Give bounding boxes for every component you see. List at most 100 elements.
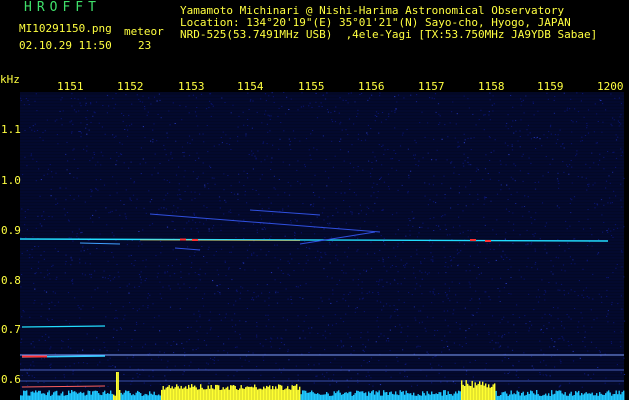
noise-speck — [227, 375, 229, 377]
noise-speck — [449, 331, 451, 333]
noise-speck — [320, 297, 322, 299]
noise-speck — [196, 330, 198, 332]
amplitude-bar — [323, 394, 325, 400]
noise-speck — [356, 250, 358, 252]
noise-speck — [261, 174, 263, 176]
noise-speck — [370, 357, 372, 359]
amplitude-bar — [135, 392, 137, 400]
noise-speck — [429, 363, 432, 365]
amplitude-bar — [444, 390, 446, 400]
noise-speck — [563, 294, 565, 296]
amplitude-bar — [152, 394, 154, 400]
noise-speck — [422, 222, 424, 224]
noise-speck — [165, 154, 167, 156]
amplitude-bar — [464, 386, 466, 400]
noise-speck — [464, 307, 466, 309]
noise-speck — [561, 325, 563, 327]
noise-speck — [504, 334, 506, 335]
amplitude-bar — [378, 390, 380, 400]
noise-speck — [352, 279, 354, 281]
noise-speck — [289, 144, 291, 146]
noise-speck — [286, 319, 288, 321]
x-tick-label: 1155 — [298, 80, 325, 93]
amplitude-bar — [249, 386, 251, 400]
noise-speck — [178, 189, 180, 191]
noise-speck — [27, 385, 29, 386]
noise-speck — [253, 292, 255, 293]
noise-speck — [570, 318, 572, 320]
noise-speck — [516, 370, 518, 372]
noise-speck — [183, 283, 185, 285]
noise-speck — [505, 208, 508, 210]
amplitude-bar — [77, 393, 79, 400]
noise-speck — [29, 127, 31, 128]
noise-speck — [271, 157, 273, 159]
noise-speck — [24, 217, 26, 218]
noise-speck — [501, 318, 503, 320]
noise-speck — [142, 229, 144, 231]
noise-speck — [382, 286, 384, 288]
noise-speck — [453, 309, 455, 311]
noise-speck — [383, 153, 385, 155]
noise-speck — [615, 195, 617, 197]
noise-speck — [158, 315, 160, 317]
noise-speck — [620, 295, 622, 297]
noise-speck — [618, 97, 620, 99]
noise-speck — [357, 166, 359, 167]
noise-speck — [126, 357, 128, 359]
amplitude-bar — [360, 391, 362, 400]
noise-speck — [336, 300, 338, 302]
amplitude-bar — [128, 390, 130, 400]
amplitude-bar — [90, 394, 92, 400]
amplitude-bar — [563, 394, 565, 400]
amplitude-bar — [473, 387, 475, 400]
amplitude-bar — [345, 392, 347, 400]
noise-speck — [347, 247, 350, 249]
noise-speck — [50, 367, 52, 368]
noise-speck — [230, 112, 232, 114]
noise-speck — [342, 345, 345, 347]
noise-speck — [193, 313, 195, 315]
noise-speck — [368, 291, 370, 293]
noise-speck — [106, 291, 108, 293]
amplitude-bar — [525, 394, 527, 400]
noise-speck — [449, 256, 451, 257]
noise-speck — [292, 130, 295, 132]
noise-speck — [262, 345, 264, 347]
noise-speck — [126, 244, 128, 246]
noise-speck — [223, 343, 225, 345]
noise-speck — [484, 291, 486, 293]
noise-speck — [205, 108, 208, 110]
noise-speck — [90, 195, 92, 197]
amplitude-bar — [620, 394, 622, 400]
noise-speck — [345, 222, 347, 224]
noise-speck — [304, 337, 306, 339]
noise-speck — [156, 276, 158, 278]
noise-speck — [405, 235, 407, 237]
amplitude-bar — [327, 393, 329, 400]
noise-speck — [310, 222, 312, 224]
noise-speck — [336, 381, 338, 383]
noise-speck — [297, 315, 299, 317]
noise-speck — [465, 186, 467, 188]
noise-speck — [584, 346, 586, 348]
noise-speck — [432, 259, 434, 261]
noise-speck — [322, 334, 324, 336]
noise-speck — [447, 310, 449, 312]
amplitude-bar — [524, 395, 526, 400]
noise-speck — [350, 211, 352, 213]
noise-speck — [623, 226, 625, 228]
noise-speck — [395, 108, 397, 110]
noise-speck — [227, 352, 229, 354]
noise-speck — [408, 177, 410, 179]
noise-speck — [599, 159, 601, 161]
noise-speck — [228, 267, 230, 269]
noise-speck — [204, 186, 206, 188]
noise-speck — [538, 181, 540, 183]
noise-speck — [138, 274, 141, 275]
amplitude-bar — [594, 395, 596, 400]
noise-speck — [147, 297, 149, 299]
amplitude-bar — [336, 391, 338, 400]
amplitude-bar — [78, 392, 80, 400]
noise-speck — [104, 133, 106, 135]
